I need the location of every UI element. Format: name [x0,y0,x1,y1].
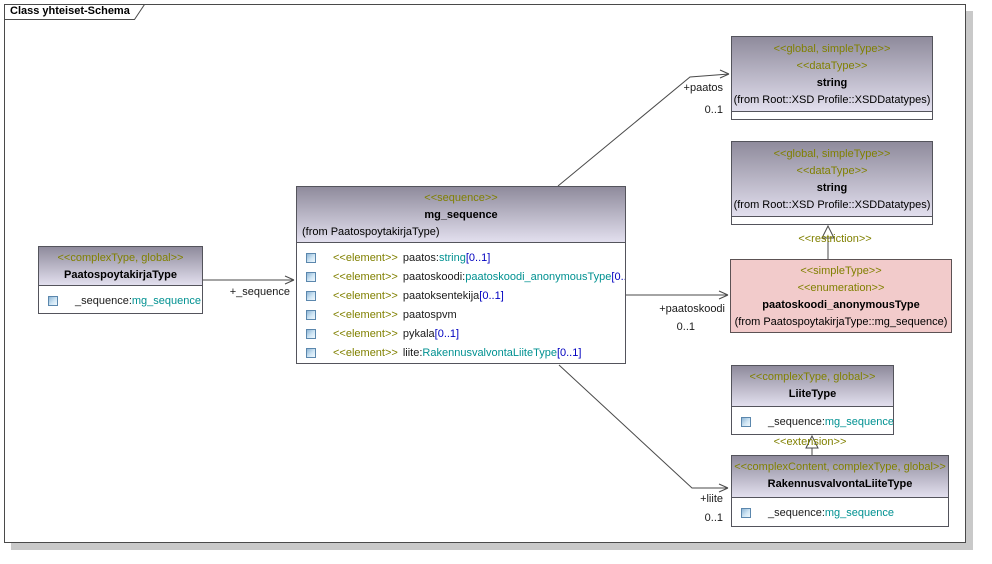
edge-multiplicity-paatoskoodi: 0..1 [655,321,695,333]
class-header: <<sequence>> mg_sequence (from Paatospoy… [297,187,625,243]
attribute-multiplicity: [0..1] [435,328,459,340]
stereotype-label: <<complexType, global>> [732,369,893,386]
stereotype-label: <<complexType, global>> [39,250,202,267]
class-paatoskoodi-anonymoustype[interactable]: <<simpleType>> <<enumeration>> paatoskoo… [730,259,952,333]
stereotype-label: <<sequence>> [297,190,625,207]
edge-multiplicity-liite: 0..1 [681,512,723,524]
attribute-compartment: _sequence:mg_sequence [39,286,202,313]
class-header: <<complexContent, complexType, global>> … [732,456,948,498]
attribute-row[interactable]: <<element>> paatos:string[0..1] [297,248,625,267]
class-paatospoytakirjatype[interactable]: <<complexType, global>> Paatospoytakirja… [38,246,203,314]
attribute-name: paatos: [403,252,439,264]
stereotype-label: <<global, simpleType>> [732,41,932,58]
edge-role-sequence: +_sequence [224,286,290,298]
diagram-canvas: Class yhteiset-Schema <<complexType, glo… [0,0,992,564]
attribute-row[interactable]: _sequence:mg_sequence [732,503,948,522]
class-header: <<global, simpleType>> <<dataType>> stri… [732,142,932,217]
attribute-name: liite: [403,347,423,359]
attribute-multiplicity: [0..1] [611,271,625,283]
class-name: RakennusvalvontaLiiteType [732,476,948,493]
attribute-type: RakennusvalvontaLiiteType [422,347,557,359]
attribute-multiplicity: [0..1] [466,252,490,264]
attribute-stereotype: <<element>> [333,309,398,321]
attribute-row[interactable]: <<element>> paatoskoodi:paatoskoodi_anony… [297,267,625,286]
attribute-type: string [439,252,466,264]
class-name: PaatospoytakirjaType [39,267,202,284]
class-string-top[interactable]: <<global, simpleType>> <<dataType>> stri… [731,36,933,120]
attribute-name: paatoskoodi: [403,271,465,283]
class-name: LiiteType [732,386,893,403]
attribute-icon [741,508,751,518]
attribute-stereotype: <<element>> [333,252,398,264]
attribute-icon [741,417,751,427]
edge-stereotype-extension: <<extension>> [766,436,854,448]
attribute-compartment: _sequence:mg_sequence [732,407,893,434]
empty-compartment [732,217,932,224]
edge-stereotype-restriction: <<restriction>> [791,233,879,245]
class-mg-sequence[interactable]: <<sequence>> mg_sequence (from Paatospoy… [296,186,626,364]
stereotype-label: <<global, simpleType>> [732,146,932,163]
stereotype-label: <<dataType>> [732,58,932,75]
class-name: string [732,180,932,197]
class-name: paatoskoodi_anonymousType [731,297,951,314]
attribute-row[interactable]: <<element>> pykala[0..1] [297,324,625,343]
attribute-icon [306,272,316,282]
edge-multiplicity-paatos: 0..1 [683,104,723,116]
attribute-row[interactable]: <<element>> paatospvm [297,305,625,324]
attribute-icon [306,253,316,263]
attribute-icon [306,291,316,301]
attribute-compartment: _sequence:mg_sequence [732,498,948,526]
edge-role-liite: +liite [681,493,723,505]
stereotype-label: <<dataType>> [732,163,932,180]
attribute-row[interactable]: _sequence:mg_sequence [39,291,202,310]
class-header: <<simpleType>> <<enumeration>> paatoskoo… [731,260,951,332]
class-name: string [732,75,932,92]
attribute-type: mg_sequence [132,295,201,307]
class-header: <<complexType, global>> Paatospoytakirja… [39,247,202,286]
attribute-stereotype: <<element>> [333,290,398,302]
stereotype-label: <<simpleType>> [731,263,951,280]
from-clause: (from PaatospoytakirjaType) [297,224,625,241]
attribute-multiplicity: [0..1] [557,347,581,359]
edge-role-paatos: +paatos [661,82,723,94]
attribute-name: _sequence: [75,295,132,307]
attribute-name: paatoksentekija [403,290,479,302]
attribute-type: mg_sequence [825,507,894,519]
attribute-row[interactable]: _sequence:mg_sequence [732,412,893,431]
attribute-stereotype: <<element>> [333,328,398,340]
from-clause: (from PaatospoytakirjaType::mg_sequence) [731,314,951,331]
class-name: mg_sequence [297,207,625,224]
attribute-icon [48,296,58,306]
from-clause: (from Root::XSD Profile::XSDDatatypes) [732,92,932,109]
attribute-stereotype: <<element>> [333,347,398,359]
attribute-name: paatospvm [403,309,457,321]
diagram-title: Class yhteiset-Schema [10,5,130,17]
stereotype-label: <<enumeration>> [731,280,951,297]
attribute-type: paatoskoodi_anonymousType [465,271,611,283]
stereotype-label: <<complexContent, complexType, global>> [732,459,948,476]
class-rakennusvalvontaliitetype[interactable]: <<complexContent, complexType, global>> … [731,455,949,527]
attribute-name: pykala [403,328,435,340]
attribute-compartment: <<element>>paatos:string[0..1] <<element… [297,243,625,363]
from-clause: (from Root::XSD Profile::XSDDatatypes) [732,197,932,214]
empty-compartment [732,112,932,119]
attribute-type: mg_sequence [825,416,893,428]
attribute-icon [306,348,316,358]
attribute-icon [306,310,316,320]
attribute-row[interactable]: <<element>> paatoksentekija[0..1] [297,286,625,305]
edge-role-paatoskoodi: +paatoskoodi [643,303,725,315]
attribute-row[interactable]: <<element>> liite:RakennusvalvontaLiiteTy… [297,343,625,362]
class-header: <<complexType, global>> LiiteType [732,366,893,407]
class-header: <<global, simpleType>> <<dataType>> stri… [732,37,932,112]
attribute-name: _sequence: [768,507,825,519]
class-liitetype[interactable]: <<complexType, global>> LiiteType _seque… [731,365,894,435]
attribute-name: _sequence: [768,416,825,428]
attribute-icon [306,329,316,339]
attribute-stereotype: <<element>> [333,271,398,283]
class-string-mid[interactable]: <<global, simpleType>> <<dataType>> stri… [731,141,933,225]
attribute-multiplicity: [0..1] [479,290,503,302]
